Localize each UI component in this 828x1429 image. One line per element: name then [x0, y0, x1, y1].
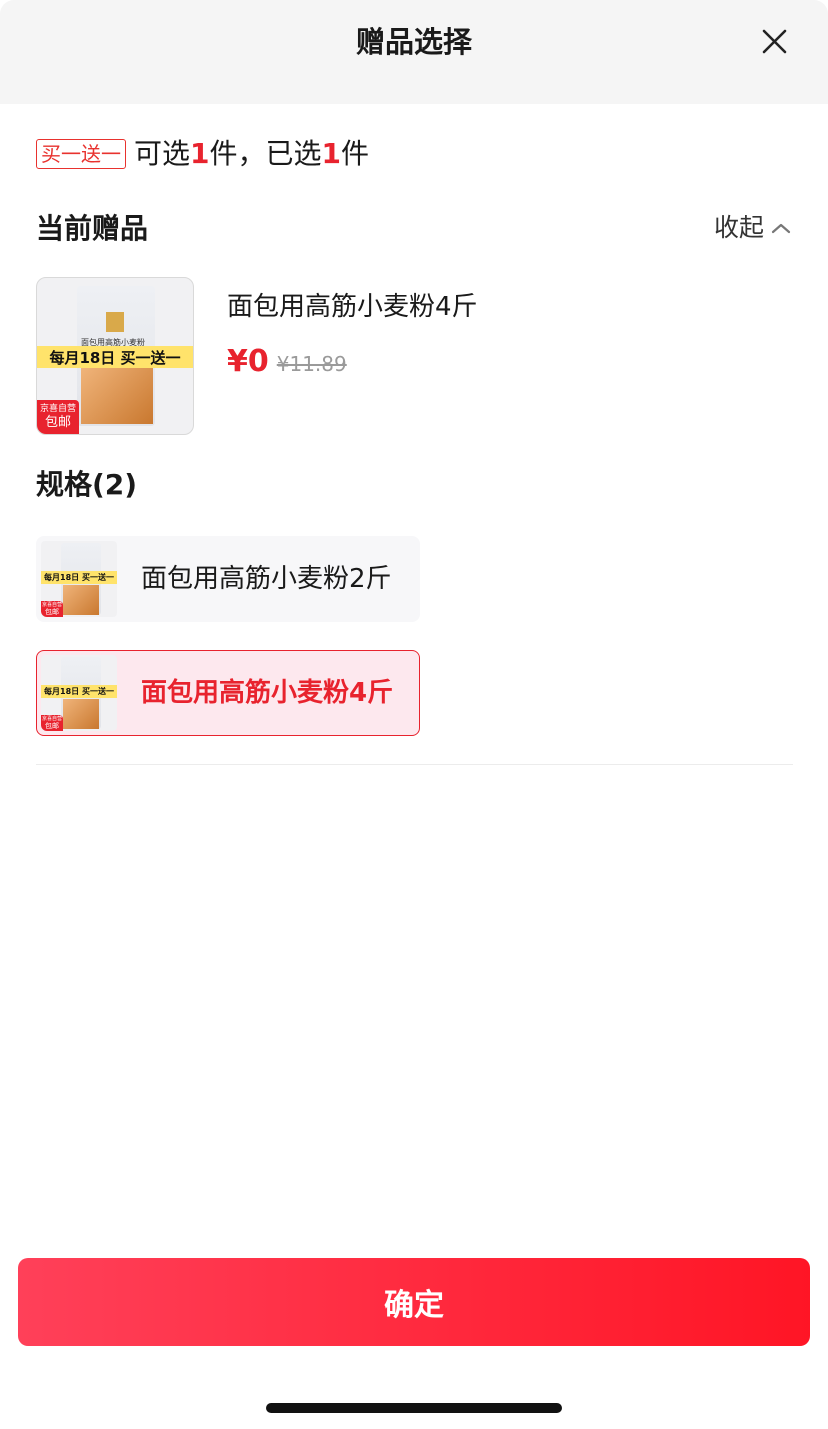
gift-price: ¥0 ¥11.89 — [227, 344, 347, 379]
badge-bottom-text: 包邮 — [44, 414, 71, 430]
badge-top-text: 京喜自营 — [39, 403, 76, 414]
home-indicator — [266, 1403, 562, 1413]
self-operated-badge: 京喜自营 包邮 — [41, 601, 63, 617]
badge-bottom-text: 包邮 — [45, 722, 59, 730]
badge-bottom-text: 包邮 — [45, 608, 59, 616]
specs-title: 规格(2) — [36, 468, 138, 501]
gift-thumbnail: 面包用高筋小麦粉 每月18日 买一送一 京喜自营 包邮 — [36, 277, 194, 435]
confirm-button[interactable]: 确定 — [18, 1258, 810, 1346]
sheet-header: 赠品选择 — [0, 0, 828, 104]
self-operated-badge: 京喜自营 包邮 — [37, 400, 79, 434]
promo-row: 买一送一 可选1件，已选1件 — [36, 136, 369, 172]
bread-image — [81, 368, 153, 424]
spec-thumbnail: 每月18日 买一送一 京喜自营 包邮 — [41, 541, 117, 617]
collapse-button[interactable]: 收起 — [714, 212, 792, 244]
selected-count: 1 — [321, 137, 341, 170]
sheet-title: 赠品选择 — [355, 25, 472, 59]
promo-text-suffix: 件 — [341, 137, 370, 170]
spec-option-2jin[interactable]: 每月18日 买一送一 京喜自营 包邮 面包用高筋小麦粉2斤 — [36, 536, 420, 622]
collapse-label: 收起 — [714, 213, 765, 242]
current-price: ¥0 — [227, 344, 269, 379]
original-price: ¥11.89 — [276, 352, 347, 376]
close-button[interactable] — [754, 22, 794, 62]
promo-tag: 买一送一 — [36, 139, 126, 169]
current-gift-title: 当前赠品 — [36, 212, 149, 245]
selectable-count: 1 — [190, 137, 210, 170]
promo-text-prefix: 可选 — [134, 137, 191, 170]
promo-banner: 每月18日 买一送一 — [41, 685, 117, 698]
promo-text-mid: 件，已选 — [209, 137, 322, 170]
divider — [36, 764, 793, 765]
spec-option-label: 面包用高筋小麦粉4斤 — [141, 678, 394, 708]
spec-thumbnail: 每月18日 买一送一 京喜自营 包邮 — [41, 655, 117, 731]
promo-banner: 每月18日 买一送一 — [41, 571, 117, 584]
bread-image — [63, 699, 99, 729]
chevron-up-icon — [771, 223, 791, 234]
gift-name: 面包用高筋小麦粉4斤 — [227, 292, 478, 322]
brand-logo — [106, 312, 124, 332]
self-operated-badge: 京喜自营 包邮 — [41, 715, 63, 731]
close-icon — [762, 29, 787, 54]
promo-text: 可选1件，已选1件 — [134, 136, 369, 172]
bread-image — [63, 585, 99, 615]
promo-banner: 每月18日 买一送一 — [37, 346, 193, 368]
spec-option-label: 面包用高筋小麦粉2斤 — [141, 564, 392, 594]
spec-option-4jin[interactable]: 每月18日 买一送一 京喜自营 包邮 面包用高筋小麦粉4斤 — [36, 650, 420, 736]
